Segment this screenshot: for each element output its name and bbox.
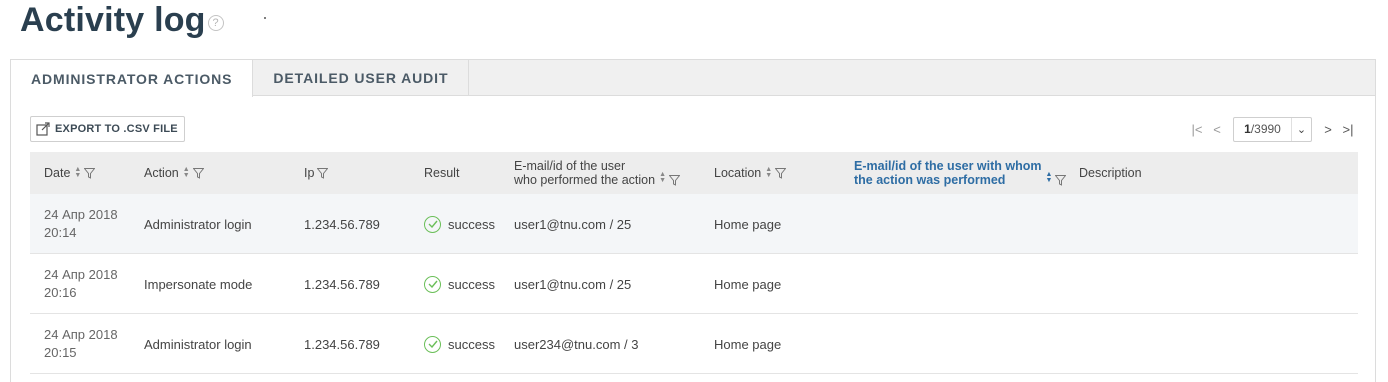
filter-icon[interactable] (84, 167, 96, 179)
export-icon (36, 122, 50, 136)
col-location-label: Location (714, 166, 762, 180)
cell-ip: 1.234.56.789 (304, 276, 380, 292)
col-performer-line1: E-mail/id of the user (514, 159, 626, 173)
col-performer[interactable]: E-mail/id of the user who performed the … (514, 152, 680, 194)
help-icon[interactable]: ? (207, 15, 224, 31)
table-row[interactable]: 24 Апр 2018 20:14 Administrator login 1.2… (30, 194, 1358, 254)
tab-bar: ADMINISTRATOR ACTIONS DETAILED USER AUDI… (11, 60, 1375, 97)
cell-location: Home page (714, 216, 782, 232)
activity-table: Date ▲ ▼ Action ▲ ▼ Ip Result E-mail/id of… (30, 152, 1358, 374)
stray-dot (264, 17, 266, 19)
col-action[interactable]: Action ▲ ▼ (144, 152, 204, 194)
cell-date: 24 Апр 2018 20:14 (44, 194, 118, 254)
cell-action: Impersonate mode (144, 276, 253, 292)
filter-icon[interactable] (192, 167, 204, 179)
cell-result-text: success (448, 336, 495, 352)
last-page-icon[interactable]: >| (1338, 122, 1358, 137)
total-pages: /3990 (1250, 122, 1281, 136)
cell-action: Administrator login (144, 216, 252, 232)
cell-action: Administrator login (144, 336, 252, 352)
sort-icon[interactable]: ▲ ▼ (74, 166, 81, 179)
cell-result: success (424, 194, 495, 254)
col-performer-label: E-mail/id of the user who performed the … (514, 159, 655, 187)
col-date-label: Date (44, 166, 71, 180)
cell-date-time: 20:16 (44, 285, 77, 300)
cell-date-time: 20:15 (44, 345, 77, 360)
col-target-line1: E-mail/id of the user with whom (854, 159, 1042, 173)
sort-icon[interactable]: ▲ ▼ (1046, 171, 1053, 184)
cell-date-day: 24 Апр 2018 (44, 207, 118, 222)
cell-result-text: success (448, 276, 495, 292)
first-page-icon[interactable]: |< (1187, 122, 1207, 137)
cell-location: Home page (714, 276, 782, 292)
filter-icon[interactable] (317, 167, 329, 179)
col-result: Result (424, 152, 459, 194)
sort-icon[interactable]: ▲ ▼ (183, 166, 190, 179)
check-circle-icon (424, 335, 441, 353)
col-action-label: Action (144, 166, 179, 180)
table-header: Date ▲ ▼ Action ▲ ▼ Ip Result E-mail/id of… (30, 152, 1358, 194)
check-circle-icon (424, 215, 441, 233)
export-csv-button[interactable]: EXPORT TO .CSV FILE (30, 116, 185, 142)
table-row[interactable]: 24 Апр 2018 20:15 Administrator login 1.2… (30, 314, 1358, 374)
cell-result-text: success (448, 216, 495, 232)
col-description-label: Description (1079, 166, 1142, 180)
tab-detailed-user-audit[interactable]: DETAILED USER AUDIT (253, 60, 470, 96)
cell-ip: 1.234.56.789 (304, 216, 380, 232)
tab-administrator-actions[interactable]: ADMINISTRATOR ACTIONS (11, 60, 254, 97)
sort-icon[interactable]: ▲ ▼ (765, 166, 772, 179)
cell-performer: user234@tnu.com / 3 (514, 336, 639, 352)
current-page: 1 (1244, 122, 1251, 136)
cell-date: 24 Апр 2018 20:15 (44, 314, 118, 374)
table-row[interactable]: 24 Апр 2018 20:16 Impersonate mode 1.234.… (30, 254, 1358, 314)
next-page-icon[interactable]: > (1318, 122, 1338, 137)
cell-date: 24 Апр 2018 20:16 (44, 254, 118, 314)
col-performer-line2: who performed the action (514, 173, 656, 187)
page-value: 1/3990 (1234, 122, 1291, 136)
cell-performer: user1@tnu.com / 25 (514, 276, 632, 292)
page-select[interactable]: 1/3990 ⌄ (1233, 116, 1312, 142)
col-description: Description (1079, 152, 1142, 194)
col-target-label: E-mail/id of the user with whom the acti… (854, 159, 1042, 187)
col-result-label: Result (424, 166, 460, 180)
cell-date-day: 24 Апр 2018 (44, 327, 118, 342)
check-circle-icon (424, 275, 441, 293)
page-title-text: Activity log (20, 1, 206, 39)
col-date[interactable]: Date ▲ ▼ (44, 152, 96, 194)
col-target[interactable]: E-mail/id of the user with whom the acti… (854, 152, 1067, 194)
prev-page-icon[interactable]: < (1207, 122, 1227, 137)
cell-ip: 1.234.56.789 (304, 336, 380, 352)
cell-date-day: 24 Апр 2018 (44, 267, 118, 282)
sort-icon[interactable]: ▲ ▼ (659, 171, 666, 184)
filter-icon[interactable] (669, 174, 680, 186)
cell-performer: user1@tnu.com / 25 (514, 216, 632, 232)
chevron-down-icon[interactable]: ⌄ (1291, 117, 1311, 141)
col-ip-label: Ip (304, 166, 315, 180)
pagination: |< < 1/3990 ⌄ > >| (1187, 116, 1358, 142)
filter-icon[interactable] (775, 167, 787, 179)
col-location[interactable]: Location ▲ ▼ (714, 152, 787, 194)
activity-panel: ADMINISTRATOR ACTIONS DETAILED USER AUDI… (10, 59, 1376, 382)
col-target-line2: the action was performed (854, 173, 1006, 187)
col-ip[interactable]: Ip (304, 152, 329, 194)
filter-icon[interactable] (1055, 174, 1067, 186)
export-label: EXPORT TO .CSV FILE (55, 123, 178, 135)
cell-location: Home page (714, 336, 782, 352)
page-title: Activity log ? (20, 1, 224, 40)
cell-result: success (424, 254, 495, 314)
cell-date-time: 20:14 (44, 225, 77, 240)
cell-result: success (424, 314, 495, 374)
